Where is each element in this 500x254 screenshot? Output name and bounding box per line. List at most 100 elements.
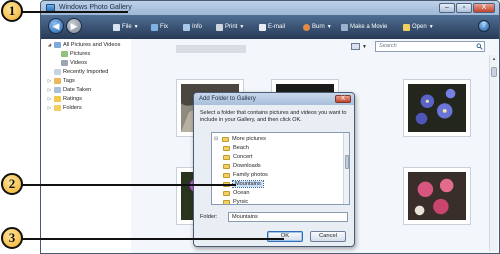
nav-item-pictures[interactable]: Pictures xyxy=(61,50,90,58)
print-icon xyxy=(216,23,223,31)
thumbnail-pink-flowers[interactable] xyxy=(403,167,471,225)
thumbnail-partial[interactable] xyxy=(176,45,246,53)
toolbar: ◀ ▶ File ▼ Fix Info Print ▼ E-mail Burn … xyxy=(41,15,499,39)
nav-item-folders[interactable]: ▷ Folders xyxy=(47,104,82,112)
scrollbar-thumb[interactable] xyxy=(491,67,497,77)
expand-arrow-icon[interactable]: ▷ xyxy=(47,87,52,93)
thumbnail-blue-flowers[interactable] xyxy=(403,79,471,137)
print-menu-button[interactable]: Print ▼ xyxy=(216,22,244,32)
chevron-down-icon: ▼ xyxy=(133,24,139,30)
nav-item-videos[interactable]: Videos xyxy=(61,59,87,67)
folder-icon xyxy=(222,136,229,142)
folder-item-label: Beach xyxy=(233,145,249,151)
burn-menu-label: Burn xyxy=(312,24,325,30)
callout-1-badge: 1 xyxy=(1,0,23,22)
thumbnail-view-icon xyxy=(351,43,360,50)
search-icon[interactable] xyxy=(476,43,483,50)
make-movie-button[interactable]: Make a Movie xyxy=(341,22,387,32)
callout-2-badge: 2 xyxy=(1,173,23,195)
expand-arrow-icon[interactable]: ▷ xyxy=(47,96,52,102)
open-icon xyxy=(403,23,410,31)
fix-label: Fix xyxy=(160,24,168,30)
email-label: E-mail xyxy=(268,24,286,30)
folder-icon xyxy=(223,163,230,169)
vertical-scrollbar[interactable]: ▲ xyxy=(489,55,497,251)
star-icon xyxy=(54,96,61,102)
print-menu-label: Print xyxy=(225,24,238,30)
maximize-button[interactable]: ▫ xyxy=(456,3,472,13)
info-icon xyxy=(183,23,190,31)
nav-item-ratings[interactable]: ▷ Ratings xyxy=(47,95,82,103)
folder-icon xyxy=(223,199,230,204)
folder-item-concert[interactable]: Concert xyxy=(221,153,253,161)
forward-button[interactable]: ▶ xyxy=(66,18,82,34)
callout-3-badge: 3 xyxy=(1,227,23,249)
folder-icon xyxy=(223,172,230,178)
nav-item-label: Pictures xyxy=(70,51,91,57)
calendar-icon xyxy=(54,87,61,93)
nav-item-label: Date Taken xyxy=(63,87,92,93)
nav-item-tags[interactable]: ▷ Tags xyxy=(47,77,75,85)
chevron-down-icon: ▼ xyxy=(326,24,332,30)
cancel-button[interactable]: Cancel xyxy=(310,231,346,242)
folder-item-beach[interactable]: Beach xyxy=(221,144,249,152)
view-size-control[interactable]: ▼ xyxy=(351,42,369,51)
folder-icon xyxy=(223,190,230,196)
open-menu-button[interactable]: Open ▼ xyxy=(403,22,434,32)
photo-pink-flowers xyxy=(408,172,466,220)
movie-icon xyxy=(341,23,348,31)
dialog-instructions: Select a folder that contains pictures a… xyxy=(200,110,347,123)
search-input[interactable]: Search xyxy=(375,41,485,52)
callout-2-leader-line xyxy=(22,184,236,186)
back-button[interactable]: ◀ xyxy=(48,18,64,34)
minimize-button[interactable]: – xyxy=(439,3,455,13)
close-button[interactable]: X xyxy=(473,3,495,13)
scroll-up-icon[interactable]: ▲ xyxy=(490,55,498,63)
expand-arrow-icon[interactable]: ▷ xyxy=(47,105,52,111)
file-icon xyxy=(113,23,120,31)
expand-arrow-icon[interactable]: ▷ xyxy=(47,78,52,84)
folder-item-pyrsic[interactable]: Pyrsic xyxy=(221,198,249,205)
file-menu-label: File xyxy=(122,24,132,30)
folder-icon xyxy=(223,154,230,160)
folder-tree[interactable]: ⊟ More pictures Beach Concert Downloads … xyxy=(211,132,350,205)
chevron-down-icon: ▼ xyxy=(428,24,434,30)
folder-item-ocean[interactable]: Ocean xyxy=(221,189,249,197)
window-title: Windows Photo Gallery xyxy=(59,4,132,11)
tags-icon xyxy=(54,78,61,84)
folder-item-label: Mountains xyxy=(232,180,264,188)
nav-item-label: All Pictures and Videos xyxy=(63,42,121,48)
folder-item-family-photos[interactable]: Family photos xyxy=(221,171,268,179)
make-movie-label: Make a Movie xyxy=(350,24,388,30)
nav-item-label: Videos xyxy=(70,60,88,66)
folder-tree-scrollbar[interactable] xyxy=(343,133,349,204)
folder-item-label: Concert xyxy=(233,154,253,160)
file-menu-button[interactable]: File ▼ xyxy=(113,22,139,32)
folder-field-label: Folder: xyxy=(200,214,218,220)
email-button[interactable]: E-mail xyxy=(259,22,285,32)
nav-item-all-pictures[interactable]: ◢ All Pictures and Videos xyxy=(47,41,120,49)
nav-item-label: Recently Imported xyxy=(63,69,109,75)
photo-blue-flowers xyxy=(408,84,466,132)
help-button[interactable]: ? xyxy=(478,20,490,32)
nav-item-date-taken[interactable]: ▷ Date Taken xyxy=(47,86,91,94)
burn-menu-button[interactable]: Burn ▼ xyxy=(303,22,332,32)
callout-3-leader-line xyxy=(22,238,284,240)
info-button[interactable]: Info xyxy=(183,22,202,32)
folder-item-label: Downloads xyxy=(233,163,261,169)
ok-button[interactable]: OK xyxy=(267,231,303,242)
scrollbar-thumb[interactable] xyxy=(345,155,349,169)
dialog-close-button[interactable]: X xyxy=(335,95,351,103)
folder-item-label: Pyrsic xyxy=(233,199,249,205)
collapse-arrow-icon[interactable]: ◢ xyxy=(47,42,52,48)
nav-item-recently-imported[interactable]: Recently Imported xyxy=(54,68,108,76)
fix-button[interactable]: Fix xyxy=(151,22,168,32)
nav-item-label: Tags xyxy=(63,78,75,84)
dialog-title-bar: Add Folder to Gallery X xyxy=(194,93,354,105)
collapse-icon[interactable]: ⊟ xyxy=(214,136,219,142)
folder-name-field[interactable]: Mountains xyxy=(228,212,348,222)
nav-item-label: Ratings xyxy=(63,96,82,102)
folder-item-more-pictures[interactable]: ⊟ More pictures xyxy=(212,135,266,143)
window-controls: – ▫ X xyxy=(439,3,495,13)
folder-item-downloads[interactable]: Downloads xyxy=(221,162,261,170)
